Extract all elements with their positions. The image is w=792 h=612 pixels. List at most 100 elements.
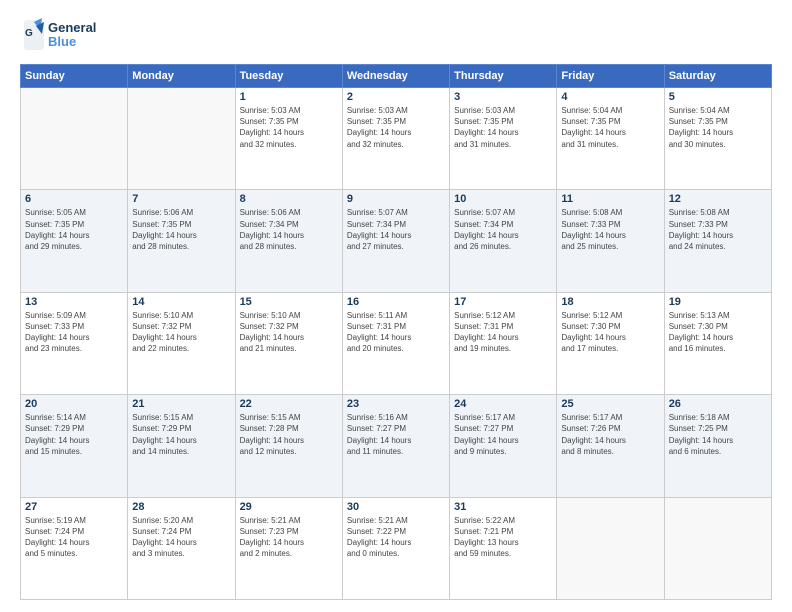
calendar-cell: 13 Sunrise: 5:09 AM Sunset: 7:33 PM Dayli…	[21, 292, 128, 394]
day-number: 24	[454, 398, 552, 410]
day-number: 7	[132, 193, 230, 205]
calendar-cell	[557, 497, 664, 599]
weekday-header-friday: Friday	[557, 65, 664, 88]
day-info: Sunrise: 5:21 AM Sunset: 7:22 PM Dayligh…	[347, 515, 445, 560]
day-info: Sunrise: 5:20 AM Sunset: 7:24 PM Dayligh…	[132, 515, 230, 560]
day-number: 2	[347, 91, 445, 103]
calendar-cell: 25 Sunrise: 5:17 AM Sunset: 7:26 PM Dayli…	[557, 395, 664, 497]
calendar-cell: 30Sunrise: 5:21 AM Sunset: 7:22 PM Dayli…	[342, 497, 449, 599]
calendar-cell: 19 Sunrise: 5:13 AM Sunset: 7:30 PM Dayli…	[664, 292, 771, 394]
calendar-cell	[128, 88, 235, 190]
day-number: 5	[669, 91, 767, 103]
calendar-cell: 27 Sunrise: 5:19 AM Sunset: 7:24 PM Dayli…	[21, 497, 128, 599]
day-info: Sunrise: 5:16 AM Sunset: 7:27 PM Dayligh…	[347, 412, 445, 457]
day-info: Sunrise: 5:04 AM Sunset: 7:35 PM Dayligh…	[669, 105, 767, 150]
day-number: 19	[669, 296, 767, 308]
day-number: 4	[561, 91, 659, 103]
day-number: 26	[669, 398, 767, 410]
day-number: 23	[347, 398, 445, 410]
day-info: Sunrise: 5:15 AM Sunset: 7:29 PM Dayligh…	[132, 412, 230, 457]
day-number: 27	[25, 501, 123, 513]
weekday-header-monday: Monday	[128, 65, 235, 88]
calendar-cell: 18 Sunrise: 5:12 AM Sunset: 7:30 PM Dayli…	[557, 292, 664, 394]
calendar-cell: 3 Sunrise: 5:03 AM Sunset: 7:35 PM Daylig…	[450, 88, 557, 190]
calendar-cell	[21, 88, 128, 190]
svg-text:Blue: Blue	[48, 34, 76, 49]
day-number: 20	[25, 398, 123, 410]
day-info: Sunrise: 5:10 AM Sunset: 7:32 PM Dayligh…	[240, 310, 338, 355]
day-number: 14	[132, 296, 230, 308]
calendar-cell: 11 Sunrise: 5:08 AM Sunset: 7:33 PM Dayli…	[557, 190, 664, 292]
day-info: Sunrise: 5:03 AM Sunset: 7:35 PM Dayligh…	[347, 105, 445, 150]
calendar-week-row: 13 Sunrise: 5:09 AM Sunset: 7:33 PM Dayli…	[21, 292, 772, 394]
day-number: 16	[347, 296, 445, 308]
calendar-week-row: 20Sunrise: 5:14 AM Sunset: 7:29 PM Dayli…	[21, 395, 772, 497]
calendar-cell: 16Sunrise: 5:11 AM Sunset: 7:31 PM Dayli…	[342, 292, 449, 394]
day-info: Sunrise: 5:08 AM Sunset: 7:33 PM Dayligh…	[669, 207, 767, 252]
day-info: Sunrise: 5:03 AM Sunset: 7:35 PM Dayligh…	[454, 105, 552, 150]
day-info: Sunrise: 5:08 AM Sunset: 7:33 PM Dayligh…	[561, 207, 659, 252]
calendar-cell: 29Sunrise: 5:21 AM Sunset: 7:23 PM Dayli…	[235, 497, 342, 599]
day-info: Sunrise: 5:09 AM Sunset: 7:33 PM Dayligh…	[25, 310, 123, 355]
calendar-cell: 7 Sunrise: 5:06 AM Sunset: 7:35 PM Daylig…	[128, 190, 235, 292]
day-info: Sunrise: 5:03 AM Sunset: 7:35 PM Dayligh…	[240, 105, 338, 150]
day-number: 1	[240, 91, 338, 103]
svg-text:G: G	[25, 28, 33, 39]
day-number: 12	[669, 193, 767, 205]
calendar-week-row: 1 Sunrise: 5:03 AM Sunset: 7:35 PM Daylig…	[21, 88, 772, 190]
header: General Blue G	[20, 16, 772, 54]
day-info: Sunrise: 5:15 AM Sunset: 7:28 PM Dayligh…	[240, 412, 338, 457]
weekday-header-thursday: Thursday	[450, 65, 557, 88]
calendar-cell: 26Sunrise: 5:18 AM Sunset: 7:25 PM Dayli…	[664, 395, 771, 497]
day-number: 18	[561, 296, 659, 308]
calendar-week-row: 6 Sunrise: 5:05 AM Sunset: 7:35 PM Daylig…	[21, 190, 772, 292]
day-info: Sunrise: 5:17 AM Sunset: 7:26 PM Dayligh…	[561, 412, 659, 457]
day-info: Sunrise: 5:06 AM Sunset: 7:35 PM Dayligh…	[132, 207, 230, 252]
day-number: 22	[240, 398, 338, 410]
day-number: 11	[561, 193, 659, 205]
day-number: 28	[132, 501, 230, 513]
day-info: Sunrise: 5:10 AM Sunset: 7:32 PM Dayligh…	[132, 310, 230, 355]
day-number: 31	[454, 501, 552, 513]
svg-text:General: General	[48, 20, 96, 35]
weekday-header-sunday: Sunday	[21, 65, 128, 88]
calendar-cell: 2 Sunrise: 5:03 AM Sunset: 7:35 PM Daylig…	[342, 88, 449, 190]
day-info: Sunrise: 5:13 AM Sunset: 7:30 PM Dayligh…	[669, 310, 767, 355]
weekday-header-wednesday: Wednesday	[342, 65, 449, 88]
calendar-page: General Blue G SundayMondayTuesdayWednes…	[0, 0, 792, 612]
day-number: 10	[454, 193, 552, 205]
calendar-cell: 14 Sunrise: 5:10 AM Sunset: 7:32 PM Dayli…	[128, 292, 235, 394]
day-info: Sunrise: 5:07 AM Sunset: 7:34 PM Dayligh…	[347, 207, 445, 252]
calendar-cell: 9 Sunrise: 5:07 AM Sunset: 7:34 PM Daylig…	[342, 190, 449, 292]
day-info: Sunrise: 5:19 AM Sunset: 7:24 PM Dayligh…	[25, 515, 123, 560]
calendar-cell: 21Sunrise: 5:15 AM Sunset: 7:29 PM Dayli…	[128, 395, 235, 497]
calendar-cell: 17Sunrise: 5:12 AM Sunset: 7:31 PM Dayli…	[450, 292, 557, 394]
day-info: Sunrise: 5:12 AM Sunset: 7:30 PM Dayligh…	[561, 310, 659, 355]
calendar-cell: 5 Sunrise: 5:04 AM Sunset: 7:35 PM Daylig…	[664, 88, 771, 190]
calendar-cell: 23 Sunrise: 5:16 AM Sunset: 7:27 PM Dayli…	[342, 395, 449, 497]
weekday-header-row: SundayMondayTuesdayWednesdayThursdayFrid…	[21, 65, 772, 88]
calendar-table: SundayMondayTuesdayWednesdayThursdayFrid…	[20, 64, 772, 600]
calendar-cell: 8 Sunrise: 5:06 AM Sunset: 7:34 PM Daylig…	[235, 190, 342, 292]
day-info: Sunrise: 5:05 AM Sunset: 7:35 PM Dayligh…	[25, 207, 123, 252]
calendar-cell	[664, 497, 771, 599]
day-number: 6	[25, 193, 123, 205]
day-number: 25	[561, 398, 659, 410]
day-number: 3	[454, 91, 552, 103]
day-number: 13	[25, 296, 123, 308]
day-number: 15	[240, 296, 338, 308]
day-info: Sunrise: 5:21 AM Sunset: 7:23 PM Dayligh…	[240, 515, 338, 560]
calendar-cell: 22 Sunrise: 5:15 AM Sunset: 7:28 PM Dayli…	[235, 395, 342, 497]
weekday-header-tuesday: Tuesday	[235, 65, 342, 88]
day-info: Sunrise: 5:12 AM Sunset: 7:31 PM Dayligh…	[454, 310, 552, 355]
calendar-cell: 12 Sunrise: 5:08 AM Sunset: 7:33 PM Dayli…	[664, 190, 771, 292]
day-number: 9	[347, 193, 445, 205]
calendar-cell: 20Sunrise: 5:14 AM Sunset: 7:29 PM Dayli…	[21, 395, 128, 497]
logo: General Blue G	[20, 16, 110, 54]
day-number: 8	[240, 193, 338, 205]
day-info: Sunrise: 5:17 AM Sunset: 7:27 PM Dayligh…	[454, 412, 552, 457]
calendar-cell: 10Sunrise: 5:07 AM Sunset: 7:34 PM Dayli…	[450, 190, 557, 292]
day-info: Sunrise: 5:06 AM Sunset: 7:34 PM Dayligh…	[240, 207, 338, 252]
day-info: Sunrise: 5:22 AM Sunset: 7:21 PM Dayligh…	[454, 515, 552, 560]
calendar-cell: 6 Sunrise: 5:05 AM Sunset: 7:35 PM Daylig…	[21, 190, 128, 292]
